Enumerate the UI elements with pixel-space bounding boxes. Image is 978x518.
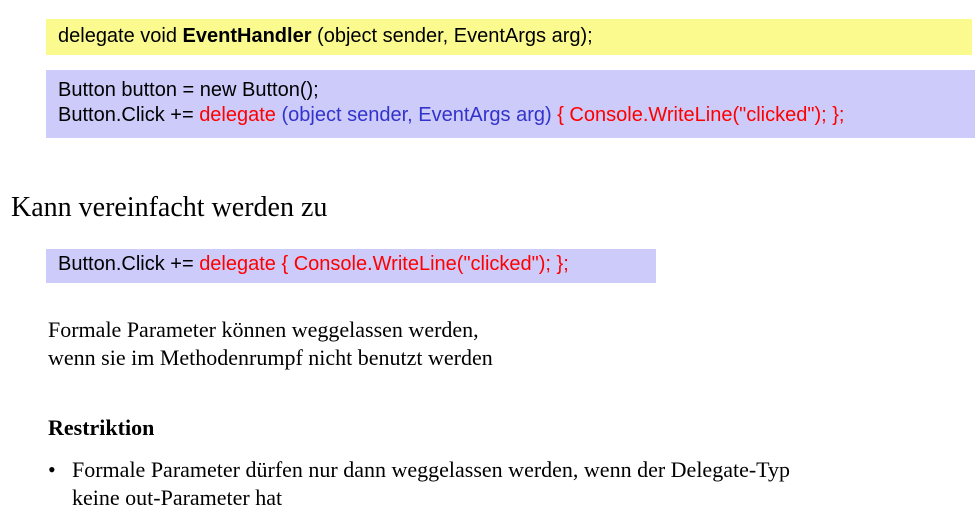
section-heading: Kann vereinfacht werden zu bbox=[11, 192, 328, 223]
explanation-paragraph: Formale Parameter können weggelassen wer… bbox=[48, 316, 493, 372]
list-item: • Formale Parameter dürfen nur dann wegg… bbox=[48, 456, 790, 512]
code-text: Button.Click += bbox=[58, 253, 200, 275]
delegate-name: EventHandler bbox=[182, 25, 312, 47]
list-item-line-2: keine out-Parameter hat bbox=[72, 485, 283, 510]
delegate-declaration-code: delegate void EventHandler (object sende… bbox=[46, 19, 972, 55]
anonymous-method-short-code: Button.Click += delegate { Console.Write… bbox=[46, 249, 656, 283]
paragraph-line-2: wenn sie im Methodenrumpf nicht benutzt … bbox=[48, 345, 493, 370]
code-line-2: Button.Click += delegate (object sender,… bbox=[58, 103, 975, 128]
anonymous-method-full-code: Button button = new Button(); Button.Cli… bbox=[46, 70, 975, 138]
code-text: Button.Click += bbox=[58, 104, 200, 126]
restriction-heading: Restriktion bbox=[48, 415, 155, 440]
list-item-line-1: Formale Parameter dürfen nur dann weggel… bbox=[72, 457, 791, 482]
code-line-1: Button button = new Button(); bbox=[58, 79, 319, 101]
bullet-icon: • bbox=[48, 457, 56, 482]
method-body: { Console.WriteLine("clicked"); }; bbox=[551, 104, 845, 126]
delegate-keyword: delegate bbox=[199, 104, 276, 126]
code-text: (object sender, EventArgs arg); bbox=[311, 25, 593, 47]
list-item-text: Formale Parameter dürfen nur dann weggel… bbox=[72, 456, 790, 512]
delegate-keyword: delegate bbox=[199, 253, 276, 275]
method-body: { Console.WriteLine("clicked"); }; bbox=[275, 253, 569, 275]
restriction-list: • Formale Parameter dürfen nur dann wegg… bbox=[48, 456, 790, 512]
code-text: delegate void bbox=[58, 25, 183, 47]
parameter-list: (object sender, EventArgs arg) bbox=[275, 104, 552, 126]
paragraph-line-1: Formale Parameter können weggelassen wer… bbox=[48, 317, 479, 342]
